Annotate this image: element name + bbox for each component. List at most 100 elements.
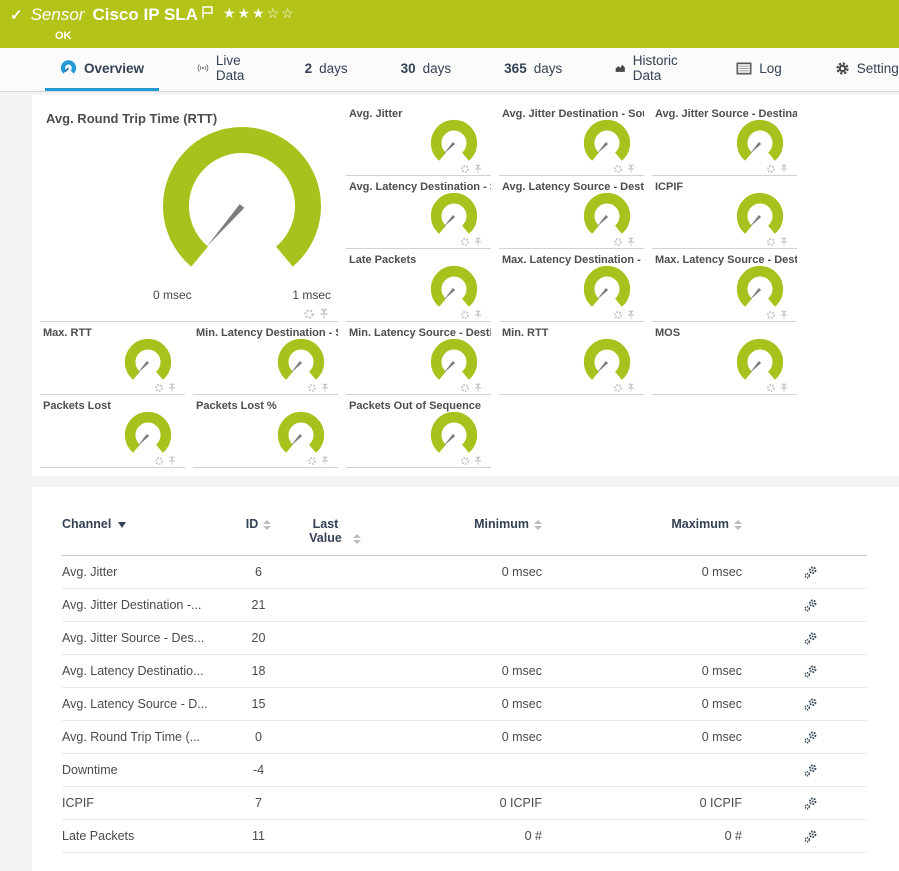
pin-icon[interactable]: [473, 383, 483, 393]
channel-name-link[interactable]: Avg. Round Trip Time (...: [62, 730, 230, 744]
tab-live-data[interactable]: Live Data: [182, 48, 267, 91]
pin-icon[interactable]: [626, 237, 636, 247]
pin-icon[interactable]: [320, 456, 330, 466]
pin-icon[interactable]: [167, 456, 177, 466]
channel-id: 11: [230, 829, 287, 843]
pin-icon[interactable]: [473, 456, 483, 466]
channel-settings-gears-icon[interactable]: [803, 796, 818, 811]
gear-icon[interactable]: [613, 383, 623, 393]
gear-icon[interactable]: [307, 456, 317, 466]
pin-icon[interactable]: [626, 383, 636, 393]
channel-name-link[interactable]: Avg. Latency Destinatio...: [62, 664, 230, 678]
channel-settings-gears-icon[interactable]: [803, 598, 818, 613]
gauge-dial: [578, 336, 636, 388]
gauge-tile: Avg. Jitter: [346, 103, 491, 176]
column-header-minimum[interactable]: Minimum: [377, 517, 552, 531]
tab-settings[interactable]: Settings: [820, 48, 899, 91]
gauge-dial: [425, 336, 483, 388]
pin-icon[interactable]: [167, 383, 177, 393]
gear-icon[interactable]: [460, 456, 470, 466]
sensor-header: ✓ Sensor Cisco IP SLA ★★★☆☆ OK: [0, 0, 899, 48]
stars-filled: ★★★: [223, 5, 267, 21]
pin-icon[interactable]: [473, 164, 483, 174]
channel-settings-gears-icon[interactable]: [803, 763, 818, 778]
gauge-tile: Packets Lost %: [193, 395, 338, 468]
gauge-icon: [60, 60, 77, 76]
tab-bar: Overview Live Data 2 days 30 days 365 da…: [0, 48, 899, 92]
gauge-tile: Avg. Jitter Destination - Source: [499, 103, 644, 176]
gear-icon[interactable]: [460, 383, 470, 393]
pin-icon[interactable]: [626, 164, 636, 174]
gear-icon[interactable]: [460, 310, 470, 320]
table-row: Avg. Latency Destinatio... 18 0 msec 0 m…: [62, 655, 867, 688]
table-row: ICPIF 7 0 ICPIF 0 ICPIF: [62, 787, 867, 820]
channel-settings-gears-icon[interactable]: [803, 631, 818, 646]
channel-minimum: 0 msec: [377, 730, 552, 744]
column-header-maximum[interactable]: Maximum: [552, 517, 752, 531]
column-header-channel[interactable]: Channel: [62, 517, 230, 531]
pin-icon[interactable]: [320, 383, 330, 393]
tab-log[interactable]: Log: [721, 48, 797, 91]
gear-icon[interactable]: [303, 308, 315, 320]
channel-settings-gears-icon[interactable]: [803, 730, 818, 745]
channel-settings-gears-icon[interactable]: [803, 565, 818, 580]
column-header-last-value[interactable]: Last Value: [287, 517, 377, 545]
channel-settings-gears-icon[interactable]: [803, 664, 818, 679]
gear-icon[interactable]: [613, 164, 623, 174]
gear-icon[interactable]: [766, 383, 776, 393]
tab-2-days[interactable]: 2 days: [290, 48, 363, 91]
pin-icon[interactable]: [626, 310, 636, 320]
tab-overview[interactable]: Overview: [45, 48, 159, 91]
gauge-dial: [731, 117, 789, 169]
status-badge: OK: [55, 30, 889, 42]
channel-name-link[interactable]: Avg. Jitter: [62, 565, 230, 579]
pin-icon[interactable]: [473, 237, 483, 247]
sort-icons: [534, 520, 542, 530]
gear-icon[interactable]: [154, 456, 164, 466]
tab-365-days[interactable]: 365 days: [489, 48, 577, 91]
gear-icon[interactable]: [766, 237, 776, 247]
gear-icon[interactable]: [613, 237, 623, 247]
channel-minimum: 0 #: [377, 829, 552, 843]
channel-name-link[interactable]: Avg. Latency Source - D...: [62, 697, 230, 711]
gauge-tile-primary: Avg. Round Trip Time (RTT) 0 msec 1 msec: [40, 103, 338, 322]
gauge-tile: Max. RTT: [40, 322, 185, 395]
pin-icon[interactable]: [318, 308, 330, 320]
channel-name-link[interactable]: Downtime: [62, 763, 230, 777]
object-kind-label: Sensor: [31, 5, 85, 25]
pin-icon[interactable]: [473, 310, 483, 320]
channel-settings-gears-icon[interactable]: [803, 829, 818, 844]
priority-stars[interactable]: ★★★☆☆: [223, 5, 296, 22]
pin-icon[interactable]: [779, 383, 789, 393]
gauge-tile: Packets Out of Sequence: [346, 395, 491, 468]
channel-id: 18: [230, 664, 287, 678]
channel-name-link[interactable]: Avg. Jitter Destination -...: [62, 598, 230, 612]
gauge-tile: MOS: [652, 322, 797, 395]
tab-30-days[interactable]: 30 days: [386, 48, 467, 91]
gear-icon[interactable]: [766, 310, 776, 320]
gear-icon[interactable]: [154, 383, 164, 393]
channel-name-link[interactable]: Avg. Jitter Source - Des...: [62, 631, 230, 645]
channel-name-link[interactable]: Late Packets: [62, 829, 230, 843]
channel-name-link[interactable]: ICPIF: [62, 796, 230, 810]
gear-icon[interactable]: [307, 383, 317, 393]
gauge-tile: Avg. Jitter Source - Destination: [652, 103, 797, 176]
pin-icon[interactable]: [779, 164, 789, 174]
column-header-id[interactable]: ID: [230, 517, 287, 531]
gauge-tile: Min. RTT: [499, 322, 644, 395]
pin-icon[interactable]: [779, 237, 789, 247]
gear-icon[interactable]: [613, 310, 623, 320]
gear-icon[interactable]: [766, 164, 776, 174]
gear-icon[interactable]: [460, 237, 470, 247]
tab-historic-data[interactable]: Historic Data: [600, 48, 698, 91]
pin-icon[interactable]: [779, 310, 789, 320]
stars-empty: ☆☆: [267, 5, 296, 21]
flag-icon[interactable]: [202, 6, 213, 19]
channel-settings-gears-icon[interactable]: [803, 697, 818, 712]
gauge-dial: [425, 409, 483, 461]
table-row: Downtime -4: [62, 754, 867, 787]
gear-icon[interactable]: [460, 164, 470, 174]
gauge-tile: Max. Latency Source - Destin...: [652, 249, 797, 322]
gauge-title: Avg. Round Trip Time (RTT): [40, 103, 338, 126]
channel-table-panel: Channel ID Last Value Minimum Maximum Av…: [32, 487, 899, 871]
